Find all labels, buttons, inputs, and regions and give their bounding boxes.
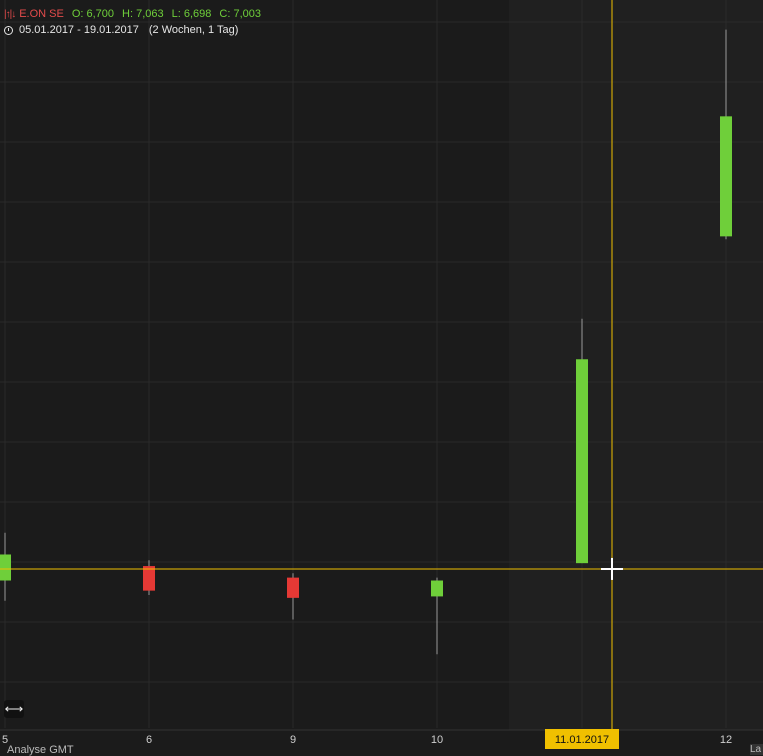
range-header: 05.01.2017 - 19.01.2017 (2 Wochen, 1 Tag… xyxy=(4,24,238,36)
chart-type-icon[interactable]: |↑|↓ xyxy=(4,9,16,20)
open-value: O: 6,700 xyxy=(71,8,115,20)
x-tick-label: 6 xyxy=(146,734,152,746)
low-value: L: 6,698 xyxy=(171,8,212,20)
candle-body[interactable] xyxy=(143,566,155,591)
date-range[interactable]: 05.01.2017 - 19.01.2017 xyxy=(19,24,139,36)
candlestick-chart[interactable]: 5 6 9 10 1211.01.2017 xyxy=(0,0,763,755)
x-tick-label: 9 xyxy=(290,734,296,746)
clock-icon[interactable] xyxy=(4,25,13,35)
candle-body[interactable] xyxy=(287,577,299,598)
x-tick-label: 12 xyxy=(720,734,732,746)
pan-arrows-icon[interactable]: ⟷ xyxy=(4,700,24,718)
candle-body[interactable] xyxy=(576,359,588,564)
analysis-label: Analyse GMT xyxy=(7,744,74,756)
candle-body[interactable] xyxy=(0,554,11,581)
range-span: (2 Wochen, 1 Tag) xyxy=(148,24,239,36)
footer-right-tab[interactable]: La xyxy=(750,744,763,755)
ohlc-header: |↑|↓ E.ON SE O: 6,700 H: 7,063 L: 6,698 … xyxy=(4,8,269,20)
highlight-band xyxy=(509,0,763,730)
candle-body[interactable] xyxy=(720,116,732,237)
close-value: C: 7,003 xyxy=(219,8,261,20)
x-tick-label: 10 xyxy=(431,734,443,746)
high-value: H: 7,063 xyxy=(122,8,164,20)
crosshair-date-label: 11.01.2017 xyxy=(555,734,609,746)
candle-body[interactable] xyxy=(431,580,443,597)
symbol-name[interactable]: E.ON SE xyxy=(19,8,64,20)
x-axis-strip xyxy=(0,730,763,755)
